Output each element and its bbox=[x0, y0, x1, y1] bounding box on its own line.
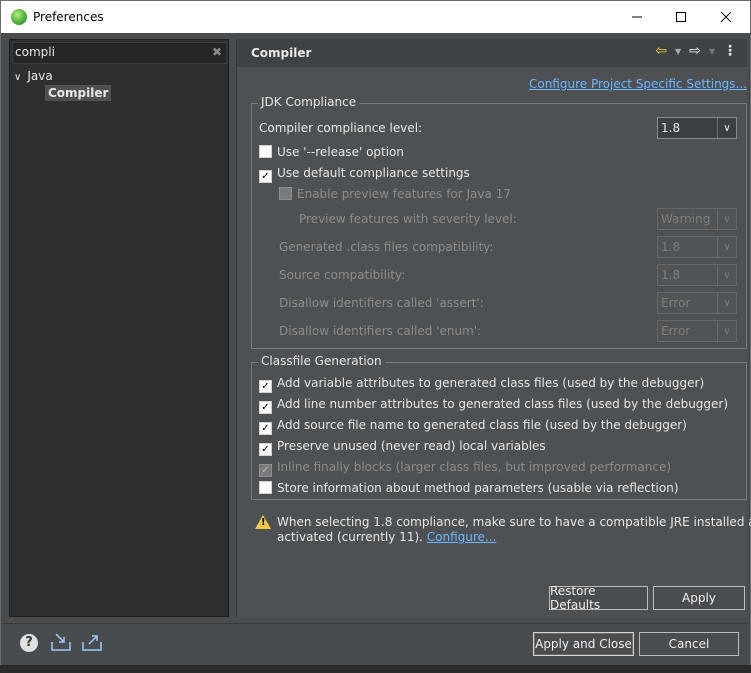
chevron-down-icon: ∨ bbox=[717, 265, 736, 285]
line-number-attributes-label: Add line number attributes to generated … bbox=[277, 397, 729, 411]
assert-identifier-select: Error ∨ bbox=[657, 292, 737, 314]
chevron-down-icon: ∨ bbox=[717, 293, 736, 313]
apply-button[interactable]: Apply bbox=[653, 586, 745, 610]
project-specific-settings-link[interactable]: Configure Project Specific Settings... bbox=[529, 77, 747, 91]
compliance-level-value: 1.8 bbox=[661, 121, 681, 135]
variable-attributes-checkbox[interactable]: ✓ Add variable attributes to generated cl… bbox=[259, 376, 704, 393]
checkbox-unchecked[interactable] bbox=[259, 481, 272, 494]
method-parameters-checkbox[interactable]: Store information about method parameter… bbox=[259, 481, 679, 495]
close-icon[interactable] bbox=[704, 5, 748, 29]
window-title: Preferences bbox=[33, 10, 104, 24]
tree-item-java[interactable]: ∨ Java bbox=[14, 69, 53, 83]
chevron-down-icon: ∨ bbox=[717, 118, 736, 138]
preview-severity-select: Warning ∨ bbox=[657, 208, 737, 230]
assert-identifier-label: Disallow identifiers called 'assert': bbox=[279, 296, 484, 310]
import-icon[interactable] bbox=[50, 632, 72, 652]
preference-tree-pane: compli ✖ ∨ Java Compiler bbox=[9, 39, 229, 617]
chevron-down-icon[interactable]: ∨ bbox=[14, 72, 21, 83]
forward-arrow-icon[interactable]: ⇨ bbox=[689, 43, 701, 59]
checkbox-checked[interactable]: ✓ bbox=[259, 443, 272, 456]
chevron-down-icon: ∨ bbox=[717, 237, 736, 257]
clear-icon[interactable]: ✖ bbox=[212, 45, 222, 59]
release-option-checkbox[interactable]: Use '--release' option bbox=[259, 145, 404, 159]
source-compat-value: 1.8 bbox=[661, 268, 681, 282]
help-icon[interactable]: ? bbox=[20, 634, 38, 652]
forward-dropdown-icon[interactable]: ▼ bbox=[709, 47, 715, 56]
source-file-name-checkbox[interactable]: ✓ Add source file name to generated class… bbox=[259, 418, 687, 435]
maximize-icon[interactable] bbox=[659, 5, 703, 29]
classfile-generation-title: Classfile Generation bbox=[258, 354, 385, 368]
checkbox-checked[interactable]: ✓ bbox=[259, 380, 272, 393]
preview-features-label: Enable preview features for Java 17 bbox=[297, 187, 511, 201]
method-parameters-label: Store information about method parameter… bbox=[277, 481, 679, 495]
warning-text-line1: When selecting 1.8 compliance, make sure… bbox=[277, 515, 751, 529]
view-menu-icon[interactable]: ⋮ bbox=[723, 43, 737, 59]
line-number-attributes-checkbox[interactable]: ✓ Add line number attributes to generated… bbox=[259, 397, 728, 414]
preferences-window: Preferences compli ✖ ∨ Java Compiler Comp… bbox=[0, 0, 751, 665]
enum-identifier-select: Error ∨ bbox=[657, 320, 737, 342]
variable-attributes-label: Add variable attributes to generated cla… bbox=[277, 376, 705, 390]
classfile-generation-group: Classfile Generation ✓ Add variable attri… bbox=[251, 354, 747, 500]
checkbox-unchecked[interactable] bbox=[259, 145, 272, 158]
generated-compat-label: Generated .class files compatibility: bbox=[279, 240, 494, 254]
source-compat-label: Source compatibility: bbox=[279, 268, 406, 282]
export-icon[interactable] bbox=[81, 632, 103, 652]
compliance-level-label: Compiler compliance level: bbox=[259, 121, 423, 135]
preserve-unused-checkbox[interactable]: ✓ Preserve unused (never read) local vari… bbox=[259, 439, 546, 456]
checkbox-checked[interactable]: ✓ bbox=[259, 170, 272, 183]
restore-defaults-button[interactable]: Restore Defaults bbox=[549, 584, 648, 612]
page-header: Compiler ⇦ ▼ ⇨ ▼ ⋮ bbox=[237, 39, 747, 67]
preview-severity-value: Warning bbox=[661, 212, 711, 226]
compiler-page: Compiler ⇦ ▼ ⇨ ▼ ⋮ Configure Project Spe… bbox=[236, 39, 751, 617]
back-dropdown-icon[interactable]: ▼ bbox=[675, 47, 681, 56]
assert-identifier-value: Error bbox=[661, 296, 691, 310]
dialog-footer: ? Apply and Close Cancel bbox=[1, 623, 750, 665]
default-compliance-label: Use default compliance settings bbox=[277, 166, 470, 180]
warning-text-prefix: activated (currently 11). bbox=[277, 530, 423, 544]
jdk-compliance-group: JDK Compliance Compiler compliance level… bbox=[251, 95, 747, 349]
tree-item-compiler[interactable]: Compiler bbox=[45, 85, 112, 101]
checkbox-checked-disabled: ✓ bbox=[259, 464, 272, 477]
generated-compat-select: 1.8 ∨ bbox=[657, 236, 737, 258]
title-bar: Preferences bbox=[1, 1, 750, 33]
inline-finally-label: Inline finally blocks (larger class file… bbox=[277, 460, 672, 474]
app-icon bbox=[11, 9, 27, 25]
compliance-level-select[interactable]: 1.8 ∨ bbox=[657, 117, 737, 139]
configure-jre-link[interactable]: Configure... bbox=[427, 530, 497, 544]
jdk-compliance-title: JDK Compliance bbox=[258, 95, 360, 109]
warning-icon: ! bbox=[255, 515, 271, 529]
enum-identifier-value: Error bbox=[661, 324, 691, 338]
preview-features-checkbox: Enable preview features for Java 17 bbox=[279, 187, 511, 201]
checkbox-checked[interactable]: ✓ bbox=[259, 401, 272, 414]
release-option-label: Use '--release' option bbox=[277, 145, 405, 159]
page-nav: ⇦ ▼ ⇨ ▼ ⋮ bbox=[655, 43, 737, 59]
apply-and-close-button[interactable]: Apply and Close bbox=[533, 632, 634, 656]
filter-input[interactable]: compli ✖ bbox=[12, 42, 227, 64]
source-file-name-label: Add source file name to generated class … bbox=[277, 418, 687, 432]
minimize-icon[interactable] bbox=[615, 5, 659, 29]
source-compat-select: 1.8 ∨ bbox=[657, 264, 737, 286]
checkbox-disabled bbox=[279, 187, 292, 200]
page-title: Compiler bbox=[251, 46, 312, 60]
warning-text-line2: activated (currently 11). Configure... bbox=[277, 530, 496, 544]
default-compliance-checkbox[interactable]: ✓ Use default compliance settings bbox=[259, 166, 470, 183]
chevron-down-icon: ∨ bbox=[717, 209, 736, 229]
back-arrow-icon[interactable]: ⇦ bbox=[655, 43, 667, 59]
cancel-button[interactable]: Cancel bbox=[639, 632, 739, 656]
generated-compat-value: 1.8 bbox=[661, 240, 681, 254]
checkbox-checked[interactable]: ✓ bbox=[259, 422, 272, 435]
inline-finally-checkbox: ✓ Inline finally blocks (larger class fil… bbox=[259, 460, 671, 477]
filter-value: compli bbox=[15, 45, 55, 59]
enum-identifier-label: Disallow identifiers called 'enum': bbox=[279, 324, 482, 338]
tree-item-java-label: Java bbox=[27, 69, 53, 83]
preview-severity-label: Preview features with severity level: bbox=[299, 212, 517, 226]
preserve-unused-label: Preserve unused (never read) local varia… bbox=[277, 439, 546, 453]
chevron-down-icon: ∨ bbox=[717, 321, 736, 341]
